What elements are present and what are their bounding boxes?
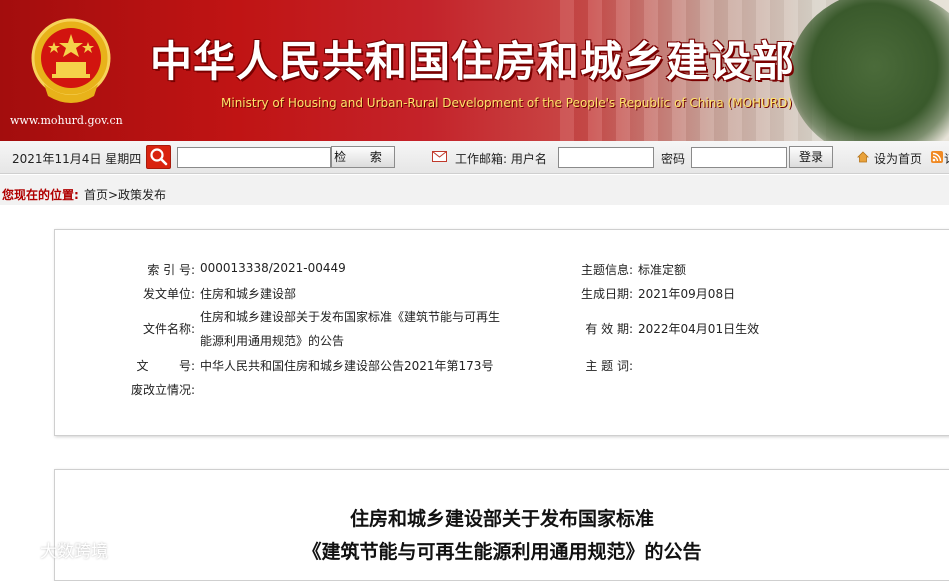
issuer-label: 发文单位: [142,287,195,301]
rss-icon [931,151,943,163]
article-title-line2: 《建筑节能与可再生能源利用通用规范》的公告 [302,541,702,563]
issuer-value: 住房和城乡建设部 [200,287,297,301]
mail-icon [432,151,447,162]
topic-value: 标准定额 [638,263,687,277]
created-date-value: 2021年09月08日 [638,287,736,301]
login-button[interactable]: 登录 [789,146,833,168]
watermark-logo-icon [8,541,34,558]
filename-label: 文件名称: [142,322,195,336]
site-title: 中华人民共和国住房和城乡建设部 [150,37,796,86]
document-meta-panel: 索 引 号: 000013338/2021-00449 发文单位: 住房和城乡建… [54,229,949,436]
search-icon[interactable] [146,145,171,169]
watermark: 大数跨境 [6,537,108,562]
article-panel: 住房和城乡建设部关于发布国家标准 《建筑节能与可再生能源利用通用规范》的公告 [54,469,949,581]
current-date: 2021年11月4日 星期四 [12,152,142,166]
search-button[interactable]: 检 索 [331,146,395,168]
site-subtitle: Ministry of Housing and Urban-Rural Deve… [221,96,793,110]
article-title-line1: 住房和城乡建设部关于发布国家标准 [349,508,654,530]
created-date-label: 生成日期: [580,287,633,301]
site-banner: www.mohurd.gov.cn 中华人民共和国住房和城乡建设部 Minist… [0,0,949,141]
breadcrumb: 您现在的位置: 首页>政策发布 [0,175,949,205]
effective-value: 2022年04月01日生效 [638,322,760,336]
watermark-text: 大数跨境 [40,542,108,562]
banner-tree-decoration [789,0,949,141]
effective-label: 有 效 期: [585,322,633,336]
username-input[interactable] [558,147,654,168]
filename-value-line1: 住房和城乡建设部关于发布国家标准《建筑节能与可再生 [200,310,501,324]
topic-label: 主题信息: [580,263,633,277]
home-icon [857,151,869,163]
password-input[interactable] [691,147,787,168]
breadcrumb-path[interactable]: 首页>政策发布 [84,186,166,203]
search-input[interactable] [177,147,331,168]
document-number-value: 中华人民共和国住房和城乡建设部公告2021年第173号 [200,359,494,373]
revision-status-label: 废改立情况: [130,383,195,397]
site-url: www.mohurd.gov.cn [10,114,123,127]
index-number-value: 000013338/2021-00449 [200,261,346,275]
rss-subscribe-link[interactable]: 订阅 [944,150,949,167]
index-number-label: 索 引 号: [147,263,195,277]
set-homepage-link[interactable]: 设为首页 [874,150,922,167]
top-toolbar: 2021年11月4日 星期四 检 索 工作邮箱: 用户名 密码 登录 设为首页 … [0,141,949,174]
mail-username-label: 工作邮箱: 用户名 [455,152,547,166]
password-label: 密码 [661,152,686,166]
filename-value-line2: 能源利用通用规范》的公告 [200,334,345,348]
keywords-label: 主 题 词: [585,359,633,373]
national-emblem-icon [31,18,111,103]
document-number-label: 文 号: [136,359,195,373]
breadcrumb-label: 您现在的位置: [2,188,79,202]
